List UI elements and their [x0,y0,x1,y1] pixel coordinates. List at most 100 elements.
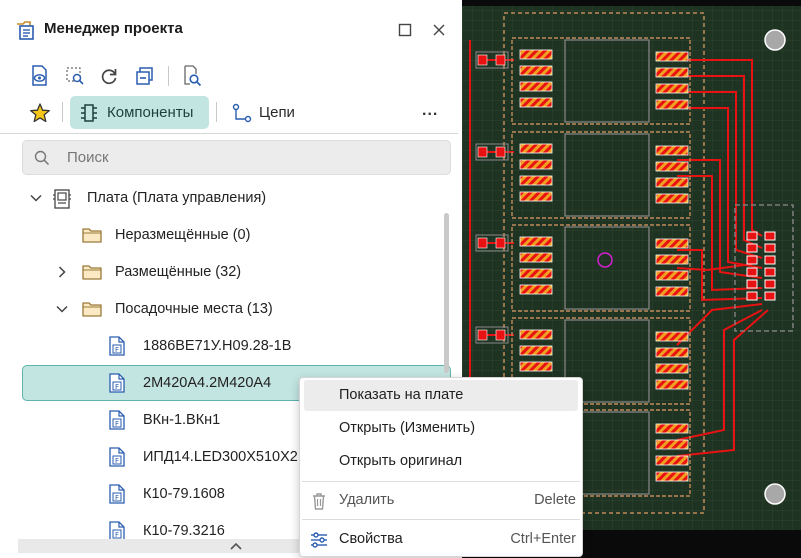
panel-title-bar: Менеджер проекта [0,0,462,58]
smd-pad [519,65,553,76]
collapse-all-button[interactable] [133,64,157,88]
footprint-item-label: ВКн-1.ВКн1 [143,412,221,428]
footprint-file-icon: F [109,447,125,467]
connector-pad [764,243,776,253]
footprint-item[interactable]: F 1886ВЕ71У.Н09.28-1В [0,328,458,365]
smd-pad [655,145,689,156]
connector-pad [746,291,758,301]
menu-item-delete[interactable]: Удалить Delete [304,485,578,516]
connector-pad [746,243,758,253]
small-pad [477,237,488,249]
smd-pad [519,252,553,263]
select-filter-icon [66,67,84,85]
smd-pad [655,254,689,265]
find-button[interactable] [180,64,204,88]
project-manager-icon [17,21,34,40]
chevron-down-icon [30,194,42,202]
smd-pad [655,347,689,358]
mounting-hole [764,29,786,51]
menu-item-open-original[interactable]: Открыть оригинал [304,446,578,477]
tree-node-placed[interactable]: Размещённые (32) [0,254,458,291]
tree-node-board[interactable]: Плата (Плата управления) [0,180,458,217]
folder-icon [82,302,102,317]
menu-item-show-on-board[interactable]: Показать на плате [304,380,578,411]
smd-pad [655,423,689,434]
smd-pad [519,143,553,154]
refresh-icon [101,69,117,85]
tree-label-footprints: Посадочные места (13) [115,301,273,317]
svg-text:F: F [115,383,119,391]
search-icon [34,150,50,166]
menu-separator [302,519,580,520]
folder-icon [82,265,102,280]
close-icon [433,24,445,36]
small-pad [495,237,506,249]
tree-label-board: Плата (Плата управления) [87,190,267,206]
connector-pad [764,279,776,289]
smd-pad [655,161,689,172]
svg-text:F: F [115,531,119,539]
net-icon [232,103,252,123]
show-on-board-button[interactable] [28,64,52,88]
vertical-scrollbar[interactable] [444,213,449,373]
footprint-file-icon: F [109,484,125,504]
small-pad [495,146,506,158]
context-menu: Показать на плате Открыть (Изменить) Отк… [299,377,583,557]
svg-text:F: F [115,457,119,465]
favorites-button[interactable] [28,101,52,125]
panel-title: Менеджер проекта [44,20,183,37]
smd-pad [655,238,689,249]
small-pad [495,54,506,66]
search-placeholder: Поиск [67,149,109,166]
smd-pad [655,193,689,204]
footprint-item-label: ИПД14.LED300X510X2 [143,449,298,465]
close-button[interactable] [428,19,450,41]
smd-pad [655,379,689,390]
smd-pad [519,329,553,340]
panel-toolbar [0,58,462,94]
board-icon [53,189,71,209]
tree-label-unplaced: Неразмещённые (0) [115,227,251,243]
footprint-file-icon: F [109,336,125,356]
chevron-down-icon [56,305,68,313]
connector-pad [764,291,776,301]
maximize-icon [398,23,412,37]
smd-pad [519,81,553,92]
folder-icon [82,228,102,243]
small-pad [477,54,488,66]
search-input[interactable]: Поиск [22,140,451,175]
menu-item-properties[interactable]: Свойства Ctrl+Enter [304,524,578,555]
connector-pad [746,267,758,277]
show-on-board-icon [32,65,47,86]
star-icon [30,103,50,123]
refresh-button[interactable] [97,64,121,88]
chevron-up-icon[interactable] [228,539,244,553]
connector-pad [764,231,776,241]
smd-pad [655,439,689,450]
smd-pad [519,175,553,186]
footprint-item-label: 1886ВЕ71У.Н09.28-1В [143,338,292,354]
more-options-button[interactable]: ... [422,102,438,120]
menu-item-label: Показать на плате [339,387,464,403]
small-pad [477,329,488,341]
connector-pad [764,267,776,277]
tab-components[interactable]: Компоненты [70,96,209,129]
menu-item-open-edit[interactable]: Открыть (Изменить) [304,413,578,444]
smd-pad [655,270,689,281]
smd-pad [655,67,689,78]
menu-item-label: Открыть оригинал [339,453,463,469]
toolbar-divider [0,133,458,134]
maximize-button[interactable] [394,19,416,41]
footprint-item-label: К10-79.3216 [143,523,225,539]
menu-item-label: Удалить [339,492,395,508]
smd-pad [655,471,689,482]
connector-pad [746,279,758,289]
collapse-all-icon [136,67,153,85]
tree-node-footprints[interactable]: Посадочные места (13) [0,291,458,328]
smd-pad [519,49,553,60]
select-filter-button[interactable] [63,64,87,88]
connector-pad [746,231,758,241]
tree-node-unplaced[interactable]: Неразмещённые (0) [0,217,458,254]
connector-pad [764,255,776,265]
smd-pad [655,83,689,94]
